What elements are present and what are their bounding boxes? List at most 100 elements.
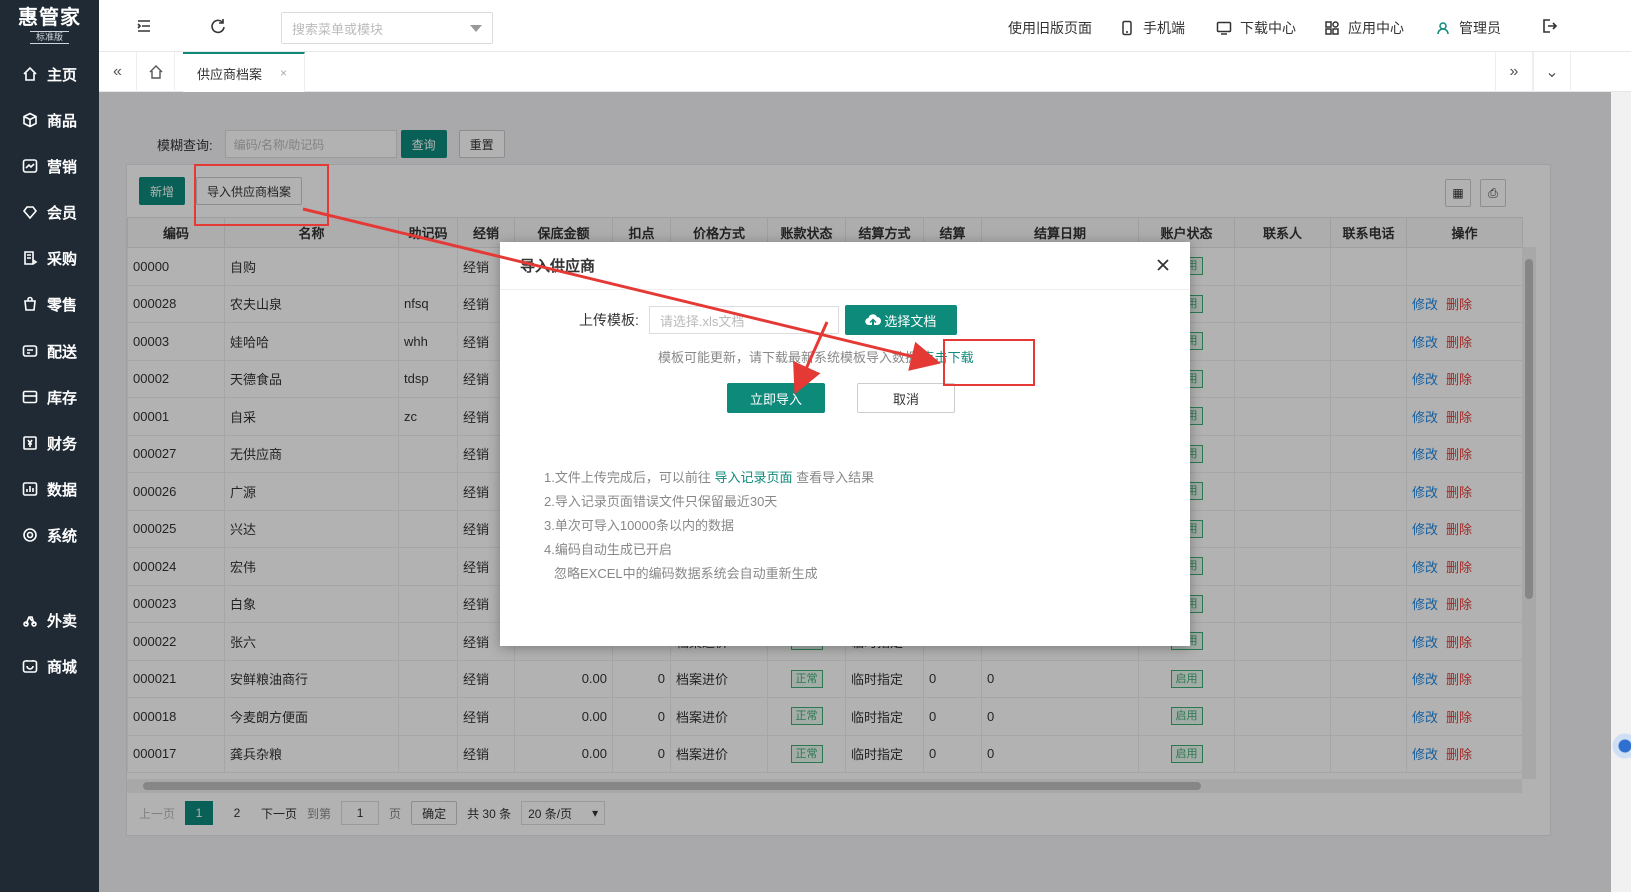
template-tip: 模板可能更新，请下载最新系统模板导入数据 点击下载 — [658, 347, 974, 366]
template-tip-text: 模板可能更新，请下载最新系统模板导入数据 — [658, 350, 919, 365]
old-version-link[interactable]: 使用旧版页面 — [1008, 18, 1092, 38]
diamond-icon — [22, 204, 38, 220]
box-icon — [22, 112, 38, 128]
note-4: 4.编码自动生成已开启 — [544, 542, 672, 557]
dialog-actions: 立即导入 取消 — [727, 383, 955, 413]
brand-edition: 标准版 — [29, 30, 69, 44]
phone-icon — [1122, 20, 1132, 36]
cancel-button[interactable]: 取消 — [857, 383, 955, 413]
tabs-scroll-right-icon[interactable]: » — [1495, 52, 1533, 92]
choose-file-label: 选择文档 — [884, 313, 937, 329]
page-scrollbar[interactable] — [1611, 92, 1631, 892]
tab-close-icon[interactable]: × — [280, 66, 287, 80]
tab-bar: « 供应商档案 × » ⌄ — [99, 52, 1631, 92]
sidebar-item-3[interactable]: 会员 — [0, 192, 99, 232]
note-3: 3.单次可导入10000条以内的数据 — [544, 518, 734, 533]
bag-icon — [22, 296, 38, 312]
sidebar-item-8[interactable]: 财务 — [0, 423, 99, 463]
system-icon — [22, 527, 38, 543]
sidebar-item-label: 零售 — [47, 296, 78, 314]
download-center-label: 下载中心 — [1240, 20, 1296, 36]
tab-supplier-archive[interactable]: 供应商档案 × — [183, 52, 305, 92]
mobile-label: 手机端 — [1143, 20, 1185, 36]
sidebar-item-6[interactable]: 配送 — [0, 331, 99, 371]
note-1-pre: 1.文件上传完成后，可以前往 — [544, 470, 715, 485]
refresh-icon[interactable] — [209, 17, 227, 35]
app-center-label: 应用中心 — [1348, 20, 1404, 36]
sidebar-item-label: 会员 — [47, 204, 78, 222]
sidebar-item-label: 主页 — [47, 66, 78, 84]
menu-toggle-icon[interactable] — [135, 17, 153, 35]
dialog-header: 导入供应商 — [500, 242, 1190, 290]
import-records-link[interactable]: 导入记录页面 — [714, 470, 792, 485]
sidebar-item-10[interactable]: 系统 — [0, 515, 99, 555]
sidebar-item-label: 配送 — [47, 343, 78, 361]
sidebar-item-label: 外卖 — [47, 612, 78, 630]
mall-icon — [22, 658, 38, 674]
note-2: 2.导入记录页面错误文件只保留最近30天 — [544, 494, 778, 509]
file-placeholder: 请选择.xls文档 — [659, 313, 745, 329]
sidebar-item-label: 库存 — [47, 389, 78, 407]
upload-label: 上传模板: — [579, 312, 639, 328]
menu-search-input[interactable]: 搜索菜单或模块 — [281, 12, 493, 44]
sidebar-item-label: 商城 — [47, 658, 78, 676]
import-supplier-dialog: 导入供应商 上传模板: 请选择.xls文档 选择文档 模板可能更新，请下载最新系… — [500, 242, 1190, 646]
sidebar-item-label: 数据 — [47, 481, 78, 499]
finance-icon — [22, 435, 38, 451]
choose-file-button[interactable]: 选择文档 — [844, 305, 957, 335]
user-icon — [1437, 22, 1449, 35]
menu-search-placeholder: 搜索菜单或模块 — [292, 21, 384, 37]
tabs-scroll-left-icon[interactable]: « — [99, 52, 137, 92]
tabs-dropdown-icon[interactable]: ⌄ — [1533, 52, 1571, 92]
assistant-float-icon[interactable] — [1611, 728, 1631, 764]
annotation-box-import — [194, 164, 329, 226]
annotation-box-download — [943, 339, 1035, 386]
file-path-input[interactable]: 请选择.xls文档 — [648, 306, 839, 334]
purchase-icon — [22, 250, 38, 266]
sidebar-item-1[interactable]: 商品 — [0, 100, 99, 140]
old-version-label: 使用旧版页面 — [1008, 20, 1092, 36]
import-now-button[interactable]: 立即导入 — [727, 383, 825, 413]
tab-label: 供应商档案 — [197, 66, 263, 82]
app-center-link[interactable]: 应用中心 — [1324, 18, 1404, 38]
upload-row: 上传模板: 请选择.xls文档 选择文档 — [579, 305, 957, 335]
chart-icon — [22, 158, 38, 174]
download-center-link[interactable]: 下载中心 — [1216, 18, 1296, 38]
sidebar-item-label: 系统 — [47, 527, 78, 545]
sidebar-item-label: 营销 — [47, 158, 78, 176]
user-menu[interactable]: 管理员 — [1435, 18, 1501, 38]
home-tab-icon[interactable] — [137, 52, 175, 92]
data-icon — [22, 481, 38, 497]
cloud-upload-icon — [865, 314, 882, 326]
note-5: 忽略EXCEL中的编码数据系统会自动重新生成 — [554, 566, 818, 581]
note-1: 1.文件上传完成后，可以前往 导入记录页面 查看导入结果 — [544, 466, 874, 490]
note-1-post: 查看导入结果 — [792, 470, 875, 485]
takeout-icon — [22, 612, 38, 628]
sidebar-item-label: 财务 — [47, 435, 78, 453]
delivery-icon — [22, 343, 38, 359]
inventory-icon — [22, 389, 38, 405]
import-notes: 1.文件上传完成后，可以前往 导入记录页面 查看导入结果 2.导入记录页面错误文… — [544, 466, 874, 586]
sidebar-item-2[interactable]: 营销 — [0, 146, 99, 186]
home-icon — [22, 66, 38, 82]
sidebar-item-5[interactable]: 零售 — [0, 284, 99, 324]
logout-icon[interactable] — [1540, 17, 1558, 35]
sidebar-item-7[interactable]: 库存 — [0, 377, 99, 417]
sidebar: 惠管家 标准版 主页商品营销会员采购零售配送库存财务数据系统外卖商城 — [0, 0, 99, 892]
sidebar-item-0[interactable]: 主页 — [0, 54, 99, 94]
sidebar-item-label: 商品 — [47, 112, 78, 130]
sidebar-item-11[interactable]: 外卖 — [0, 600, 99, 640]
sidebar-item-9[interactable]: 数据 — [0, 469, 99, 509]
brand-logo[interactable]: 惠管家 标准版 — [0, 0, 99, 50]
sidebar-item-12[interactable]: 商城 — [0, 646, 99, 686]
apps-icon — [1325, 21, 1339, 35]
close-icon[interactable] — [1154, 256, 1172, 274]
user-name: 管理员 — [1459, 20, 1501, 36]
monitor-icon — [1216, 21, 1232, 35]
chevron-down-icon — [470, 25, 482, 32]
top-bar: 搜索菜单或模块 使用旧版页面 手机端 下载中心 应用中心 管理员 — [99, 0, 1631, 52]
brand-name: 惠管家 — [18, 6, 81, 29]
sidebar-item-4[interactable]: 采购 — [0, 238, 99, 278]
mobile-link[interactable]: 手机端 — [1119, 18, 1185, 38]
sidebar-item-label: 采购 — [47, 250, 78, 268]
